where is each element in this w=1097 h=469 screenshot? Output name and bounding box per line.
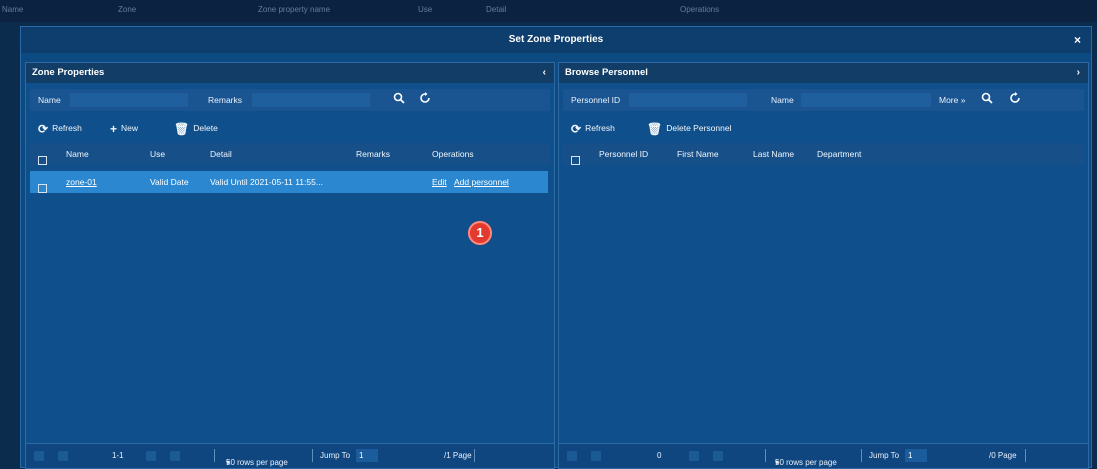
plus-icon: + <box>110 122 118 136</box>
last-page-button[interactable] <box>713 451 723 461</box>
reset-icon[interactable] <box>1009 92 1021 107</box>
collapse-right-icon[interactable]: › <box>1077 63 1080 83</box>
edit-link[interactable]: Edit <box>432 177 447 187</box>
personnel-id-label: Personnel ID <box>571 95 621 105</box>
jump-to-input[interactable]: 1 <box>905 449 927 462</box>
set-zone-properties-dialog: Set Zone Properties × Zone Properties ‹ … <box>20 26 1092 469</box>
col-operations: Operations <box>432 149 474 159</box>
page-range: 1-1 <box>112 451 124 460</box>
browse-personnel-panel: Browse Personnel › Personnel ID Name Mor… <box>558 62 1089 469</box>
refresh-icon: ⟳ <box>571 122 582 136</box>
delete-personnel-button[interactable]: 🗑 Delete Personnel <box>647 122 731 136</box>
add-personnel-link[interactable]: Add personnel <box>454 177 509 187</box>
jump-to-label: Jump To <box>320 451 351 460</box>
background-table-header: Name Zone Zone property name Use Detail … <box>0 0 1097 22</box>
search-icon[interactable] <box>393 92 405 107</box>
personnel-toolbar: ⟳ Refresh 🗑 Delete Personnel <box>563 119 1084 139</box>
personnel-search-bar: Personnel ID Name More » <box>563 89 1084 111</box>
double-chevron-icon: » <box>960 95 966 105</box>
col-use: Use <box>150 149 166 159</box>
trash-icon: 🗑 <box>647 122 663 136</box>
personnel-pagination: 0 50 rows per page ▾ Jump To 1 /0 Page <box>559 443 1088 468</box>
prev-page-button[interactable] <box>58 451 68 461</box>
panel-title: Zone Properties <box>32 67 105 78</box>
name-input[interactable] <box>70 93 188 107</box>
first-page-button[interactable] <box>34 451 44 461</box>
bg-col-zone: Zone <box>118 5 137 14</box>
browse-personnel-header: Browse Personnel › <box>559 63 1088 83</box>
remarks-label: Remarks <box>208 95 243 105</box>
personnel-id-input[interactable] <box>629 93 747 107</box>
trash-icon: 🗑 <box>174 122 190 136</box>
name-label: Name <box>38 95 61 105</box>
col-personnel-id: Personnel ID <box>599 149 649 159</box>
search-icon[interactable] <box>981 92 993 107</box>
more-button[interactable]: More » <box>939 95 965 105</box>
new-button[interactable]: + New <box>110 122 138 136</box>
chevron-down-icon: ▾ <box>775 458 780 467</box>
last-page-button[interactable] <box>170 451 180 461</box>
bg-col-operations: Operations <box>680 5 720 14</box>
col-name: Name <box>66 149 89 159</box>
next-page-button[interactable] <box>146 451 156 461</box>
first-page-button[interactable] <box>567 451 577 461</box>
zone-table-header: Name Use Detail Remarks Operations <box>30 143 550 165</box>
col-department: Department <box>817 149 862 159</box>
refresh-button[interactable]: ⟳ Refresh <box>571 122 615 136</box>
zone-toolbar: ⟳ Refresh + New 🗑 Delete <box>30 119 550 139</box>
bg-col-name: Name <box>2 5 24 14</box>
zone-name-link[interactable]: zone-01 <box>66 177 97 187</box>
zone-pagination: 1-1 50 rows per page ▾ Jump To 1 /1 Page <box>26 443 554 468</box>
refresh-button[interactable]: ⟳ Refresh <box>38 122 82 136</box>
remarks-input[interactable] <box>252 93 370 107</box>
table-row[interactable]: zone-01 Valid Date Valid Until 2021-05-1… <box>30 171 548 193</box>
page-range: 0 <box>657 451 662 460</box>
col-detail: Detail <box>210 149 232 159</box>
bg-col-use: Use <box>418 5 433 14</box>
jump-to-label: Jump To <box>869 451 900 460</box>
delete-button[interactable]: 🗑 Delete <box>174 122 218 136</box>
prev-page-button[interactable] <box>591 451 601 461</box>
personnel-table-header: Personnel ID First Name Last Name Depart… <box>563 143 1084 165</box>
zone-search-bar: Name Remarks <box>30 89 550 111</box>
page-count: /1 Page <box>444 451 472 460</box>
zone-properties-header: Zone Properties ‹ <box>26 63 554 83</box>
row-detail: Valid Until 2021-05-11 11:55... <box>210 177 323 187</box>
name-label: Name <box>771 95 794 105</box>
collapse-left-icon[interactable]: ‹ <box>543 63 546 83</box>
col-last-name: Last Name <box>753 149 795 159</box>
panel-title: Browse Personnel <box>565 67 648 78</box>
row-use: Valid Date <box>150 177 189 187</box>
dialog-title: Set Zone Properties <box>21 27 1091 53</box>
name-input[interactable] <box>801 93 931 107</box>
page-count: /0 Page <box>989 451 1017 460</box>
chevron-down-icon: ▾ <box>226 458 231 467</box>
refresh-icon: ⟳ <box>38 122 49 136</box>
col-remarks: Remarks <box>356 149 391 159</box>
step-number-badge: 1 <box>468 221 492 245</box>
next-page-button[interactable] <box>689 451 699 461</box>
col-first-name: First Name <box>677 149 719 159</box>
zone-properties-panel: Zone Properties ‹ Name Remarks ⟳ Refresh … <box>25 62 555 469</box>
close-icon[interactable]: × <box>1074 33 1081 47</box>
bg-col-zone-property: Zone property name <box>258 5 331 14</box>
jump-to-input[interactable]: 1 <box>356 449 378 462</box>
bg-col-detail: Detail <box>486 5 507 14</box>
reset-icon[interactable] <box>419 92 431 107</box>
